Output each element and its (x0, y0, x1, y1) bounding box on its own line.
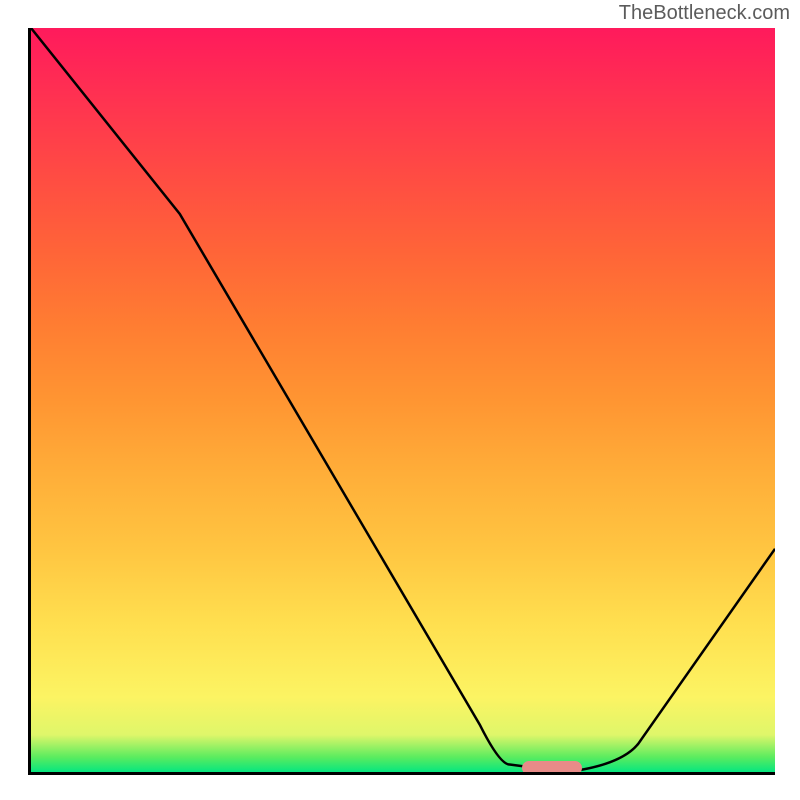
optimum-marker (522, 761, 582, 775)
chart-plot-area (28, 28, 775, 775)
watermark-text: TheBottleneck.com (619, 2, 790, 25)
bottleneck-curve (31, 28, 775, 772)
